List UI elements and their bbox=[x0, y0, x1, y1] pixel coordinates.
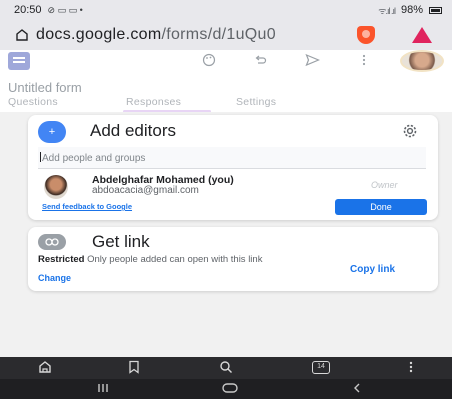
address-bar[interactable]: docs.google.com/forms/d/1uQu0 bbox=[0, 20, 452, 50]
brave-rewards-icon[interactable] bbox=[412, 27, 432, 43]
status-left: 20:50 ⊘ ▭ ▭ • bbox=[14, 4, 83, 16]
url-path: /forms/d/1uQu0 bbox=[161, 26, 276, 43]
copy-link-button[interactable]: Copy link bbox=[350, 264, 395, 275]
undo-icon[interactable] bbox=[253, 53, 267, 70]
tabs-counter-button[interactable]: 14 bbox=[312, 361, 330, 374]
battery-icon bbox=[429, 6, 442, 14]
done-button[interactable]: Done bbox=[335, 199, 427, 215]
avatar bbox=[44, 175, 68, 199]
link-access-description: Restricted Only people added can open wi… bbox=[38, 254, 318, 265]
add-people-placeholder: Add people and groups bbox=[42, 153, 146, 164]
get-link-card: Get link Restricted Only people added ca… bbox=[28, 227, 438, 291]
add-person-icon: + bbox=[38, 121, 66, 143]
notification-icons: ⊘ ▭ ▭ • bbox=[47, 4, 83, 15]
recent-apps-icon[interactable] bbox=[96, 382, 110, 397]
tab-questions[interactable]: Questions bbox=[8, 96, 58, 108]
form-tabs: Questions Responses Settings bbox=[0, 96, 452, 113]
more-vert-icon[interactable] bbox=[362, 53, 366, 70]
bookmark-icon[interactable] bbox=[128, 360, 140, 377]
user-email: abdoacacia@gmail.com bbox=[92, 185, 199, 196]
home-icon[interactable] bbox=[38, 360, 52, 377]
system-nav-bar bbox=[0, 379, 452, 399]
signal-icon: ᯤ.ıl .ıl bbox=[378, 5, 396, 16]
form-title: Untitled form bbox=[8, 80, 82, 95]
tab-responses[interactable]: Responses bbox=[126, 96, 181, 108]
add-people-input[interactable]: Add people and groups bbox=[38, 147, 426, 169]
home-icon[interactable] bbox=[14, 27, 30, 43]
home-nav-icon[interactable] bbox=[221, 382, 239, 397]
send-feedback-link[interactable]: Send feedback to Google bbox=[42, 202, 132, 211]
battery-level: 98% bbox=[400, 4, 423, 16]
status-right: ᯤ.ıl .ıl 98% bbox=[378, 4, 442, 17]
done-button-label: Done bbox=[370, 202, 392, 212]
restricted-label: Restricted bbox=[38, 254, 85, 265]
search-icon[interactable] bbox=[219, 360, 233, 377]
account-avatar[interactable] bbox=[400, 50, 444, 72]
forms-toolbar bbox=[0, 50, 452, 74]
gear-icon[interactable] bbox=[402, 123, 418, 139]
link-icon bbox=[38, 234, 66, 250]
add-editors-heading: Add editors bbox=[90, 121, 176, 140]
forms-logo-icon[interactable] bbox=[8, 52, 30, 70]
palette-icon[interactable] bbox=[202, 53, 216, 70]
brave-shield-icon[interactable] bbox=[357, 26, 375, 44]
add-editors-card: + Add editors Add people and groups Abde… bbox=[28, 115, 438, 220]
owner-role-label: Owner bbox=[371, 180, 398, 190]
url-host: docs.google.com bbox=[36, 26, 162, 43]
status-bar: 20:50 ⊘ ▭ ▭ • ᯤ.ıl .ıl 98% bbox=[0, 0, 452, 20]
back-icon[interactable] bbox=[352, 382, 362, 397]
browser-bottom-bar: 14 bbox=[0, 357, 452, 379]
more-vert-icon[interactable] bbox=[409, 360, 413, 377]
tab-settings[interactable]: Settings bbox=[236, 96, 276, 108]
url-text[interactable]: docs.google.com/forms/d/1uQu0 bbox=[36, 26, 276, 44]
restricted-description: Only people added can open with this lin… bbox=[84, 254, 263, 265]
change-access-link[interactable]: Change bbox=[38, 273, 71, 283]
get-link-heading: Get link bbox=[92, 232, 150, 251]
send-icon[interactable] bbox=[305, 53, 321, 70]
status-time: 20:50 bbox=[14, 4, 42, 16]
text-caret bbox=[40, 152, 41, 162]
